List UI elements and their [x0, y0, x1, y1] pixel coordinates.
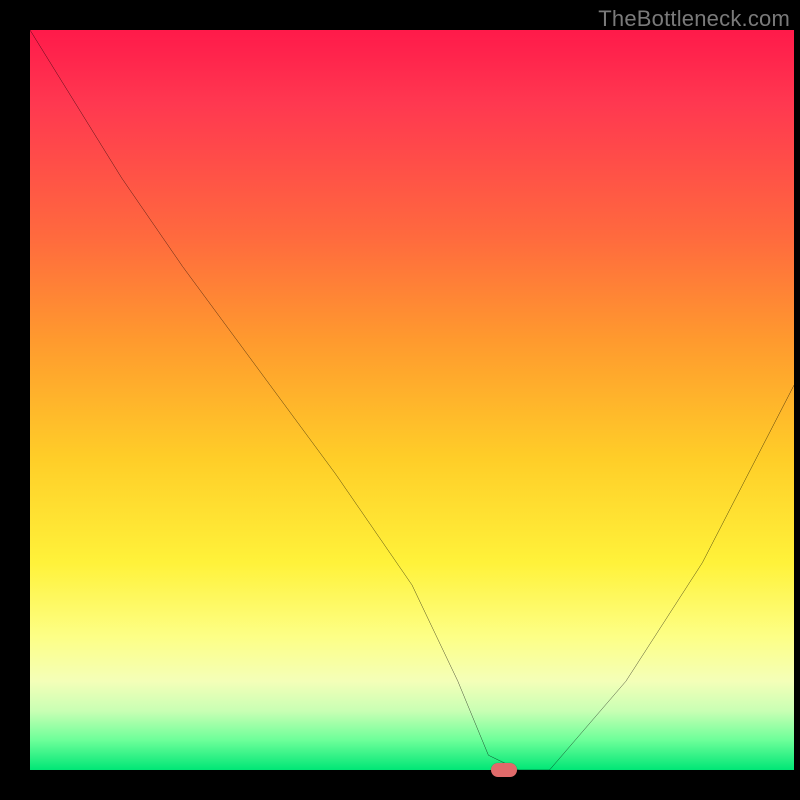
chart-stage: TheBottleneck.com — [0, 0, 800, 800]
watermark-text: TheBottleneck.com — [598, 6, 790, 32]
bottleneck-curve — [30, 30, 794, 770]
minimum-marker — [491, 763, 517, 777]
plot-area — [30, 30, 794, 770]
curve-svg — [30, 30, 794, 770]
